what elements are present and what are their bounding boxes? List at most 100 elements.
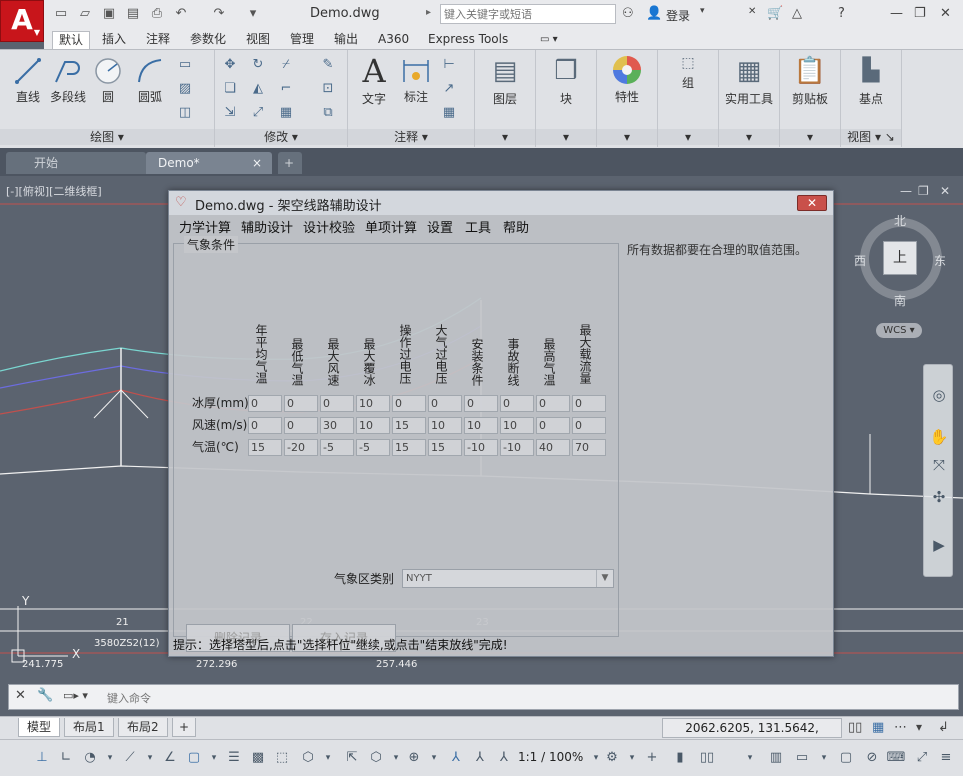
tab-express-tools[interactable]: Express Tools <box>422 31 514 48</box>
command-input[interactable] <box>105 688 909 708</box>
menu-tools[interactable]: 工具 <box>465 217 491 236</box>
menu-aided-design[interactable]: 辅助设计 <box>241 217 293 236</box>
showmotion-icon[interactable]: ▶ <box>929 535 949 555</box>
line-button[interactable]: 直线 <box>8 56 48 105</box>
dimension-button[interactable]: 标注 <box>396 56 436 105</box>
gizmo-dropdown-icon[interactable]: ▾ <box>424 749 444 767</box>
weather-cell[interactable]: 15 <box>392 417 426 434</box>
save-as-icon[interactable]: ▤ <box>124 5 142 23</box>
tab-model[interactable]: 模型 <box>18 718 61 737</box>
weather-cell[interactable]: -10 <box>464 439 498 456</box>
compass-south[interactable]: 南 <box>894 292 906 309</box>
annotation-scale-icon[interactable]: ⅄ <box>494 749 514 767</box>
weather-cell[interactable]: 15 <box>392 439 426 456</box>
weather-cell[interactable]: 0 <box>392 395 426 412</box>
selection-cycling-icon[interactable]: ⬚ <box>272 749 292 767</box>
tab-start[interactable]: 开始 <box>6 152 146 174</box>
graphics-performance-icon[interactable]: ⌨ <box>886 749 906 767</box>
fullscreen-icon[interactable]: ⤢ <box>912 749 932 767</box>
orbit-icon[interactable]: ✣ <box>929 487 949 507</box>
panel-groups-expand[interactable]: ▾ <box>658 129 718 145</box>
polar-tracking-icon[interactable]: ◔ <box>80 749 100 767</box>
polar-dropdown-icon[interactable]: ▾ <box>100 749 120 767</box>
model-space-icon[interactable]: ▯▯ <box>848 720 862 735</box>
weather-cell[interactable]: 0 <box>320 395 354 412</box>
explode-icon[interactable]: ⊡ <box>319 80 337 98</box>
viewcube-top-face[interactable]: 上 <box>883 241 917 275</box>
clipboard-button[interactable]: 📋 剪贴板 <box>784 54 836 107</box>
steering-wheel-icon[interactable]: ◎ <box>929 385 949 405</box>
weather-cell[interactable]: 30 <box>320 417 354 434</box>
coordinates-readout[interactable]: 2062.6205, 131.5642, 0.0000 <box>662 718 842 753</box>
infer-constraints-icon[interactable]: ↲ <box>938 720 949 735</box>
menu-mechanics[interactable]: 力学计算 <box>179 217 231 236</box>
trim-icon[interactable]: ⌿ <box>277 56 295 74</box>
search-box[interactable] <box>440 4 617 24</box>
boundary-icon[interactable]: ◫ <box>176 104 194 122</box>
annotation-visibility-icon[interactable]: ⅄ <box>446 749 466 767</box>
panel-utilities-expand[interactable]: ▾ <box>719 129 779 145</box>
weather-cell[interactable]: 15 <box>428 439 462 456</box>
menu-design-check[interactable]: 设计校验 <box>303 217 355 236</box>
cart-icon[interactable]: 🛒 <box>767 6 783 21</box>
search-expand-icon[interactable]: ▸ <box>426 7 431 18</box>
weather-cell[interactable]: 0 <box>464 395 498 412</box>
restore-icon[interactable]: ❐ <box>914 6 926 21</box>
exchange-icon[interactable]: ✕ <box>748 6 756 17</box>
clean-screen-icon[interactable]: ⊘ <box>862 749 882 767</box>
print-icon[interactable]: ⎙ <box>148 5 166 23</box>
workspace-gear-icon[interactable]: ⚙ <box>602 749 622 767</box>
weather-cell[interactable]: 10 <box>464 417 498 434</box>
workspace-dropdown-icon[interactable]: ▾ <box>622 749 642 767</box>
gizmo-icon[interactable]: ⊕ <box>404 749 424 767</box>
zoom-extents-icon[interactable]: ⤧ <box>929 455 949 475</box>
add-layout-button[interactable]: + <box>172 718 197 737</box>
redo-icon[interactable]: ↷ <box>210 5 228 23</box>
menu-settings[interactable]: 设置 <box>427 217 453 236</box>
weather-cell[interactable]: 0 <box>536 417 570 434</box>
groups-button[interactable]: ⬚ 组 <box>668 54 708 91</box>
base-button[interactable]: ▙ 基点 <box>851 54 891 107</box>
tab-layout1[interactable]: 布局1 <box>64 718 114 737</box>
transparency-icon[interactable]: ▩ <box>248 749 268 767</box>
weather-cell[interactable]: 0 <box>572 417 606 434</box>
object-snap-icon[interactable]: ▢ <box>184 749 204 767</box>
minimize-icon[interactable]: — <box>890 6 903 21</box>
isodraft-icon[interactable]: ⟋ <box>120 749 140 767</box>
dynamic-ucs-icon[interactable]: ⇱ <box>342 749 362 767</box>
arc-button[interactable]: 圆弧 <box>130 56 170 105</box>
isolate-dropdown-icon[interactable]: ▾ <box>814 749 834 767</box>
zone-type-select[interactable]: NYYT ▼ <box>402 569 614 588</box>
object-snap-tracking-icon[interactable]: ∠ <box>160 749 180 767</box>
quick-props-dropdown-icon[interactable]: ▾ <box>740 749 760 767</box>
panel-draw-title[interactable]: 绘图 ▾ <box>0 129 214 145</box>
tab-annotate[interactable]: 注释 <box>140 31 176 48</box>
weather-cell[interactable]: 10 <box>356 417 390 434</box>
hatch-icon[interactable]: ▨ <box>176 80 194 98</box>
tab-insert[interactable]: 插入 <box>96 31 132 48</box>
isodraft-dropdown-icon[interactable]: ▾ <box>140 749 160 767</box>
tab-layout2[interactable]: 布局2 <box>118 718 168 737</box>
wrench-icon[interactable]: 🔧 <box>37 688 53 703</box>
weather-cell[interactable]: 10 <box>500 417 534 434</box>
weather-cell[interactable]: 0 <box>572 395 606 412</box>
weather-cell[interactable]: 0 <box>248 395 282 412</box>
compass-north[interactable]: 北 <box>894 212 906 229</box>
offset-icon[interactable]: ⧉ <box>319 104 337 122</box>
selection-filter-icon[interactable]: ⬡ <box>366 749 386 767</box>
weather-cell[interactable]: 0 <box>248 417 282 434</box>
annotation-scale-value[interactable]: 1:1 / 100% <box>518 750 583 764</box>
viewport-restore-icon[interactable]: ❐ <box>918 184 929 198</box>
dialog-title-bar[interactable]: ♡ Demo.dwg - 架空线路辅助设计 ✕ <box>169 191 833 215</box>
viewport-close-icon[interactable]: ✕ <box>940 184 950 198</box>
lock-ui-icon[interactable]: ▥ <box>766 749 786 767</box>
properties-button[interactable]: 特性 <box>607 54 647 105</box>
dialog-close-button[interactable]: ✕ <box>797 195 827 211</box>
annotation-monitor-icon[interactable]: + <box>642 749 662 767</box>
rotate-icon[interactable]: ↻ <box>249 56 267 74</box>
lineweight-icon[interactable]: ☰ <box>224 749 244 767</box>
wcs-menu[interactable]: WCS ▾ <box>876 323 922 338</box>
panel-properties-expand[interactable]: ▾ <box>597 129 657 145</box>
polyline-button[interactable]: 多段线 <box>46 56 90 105</box>
text-button[interactable]: A 文字 <box>354 54 394 107</box>
